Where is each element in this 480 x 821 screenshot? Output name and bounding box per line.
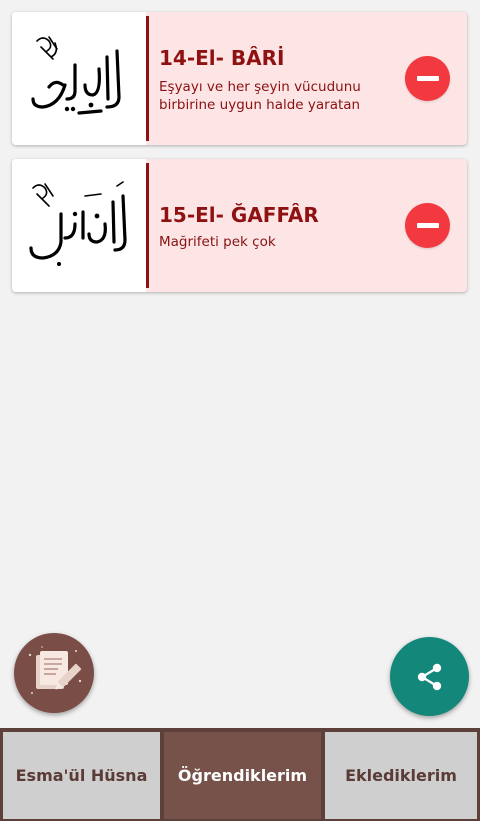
notes-fab-button[interactable] [14, 633, 94, 713]
card-accent-divider [146, 163, 149, 288]
minus-icon [416, 76, 439, 81]
name-title: 14-El- BÂRİ [159, 46, 285, 70]
list-item[interactable]: 15-El- ĞAFFÂR Mağrifeti pek çok [12, 159, 467, 292]
minus-icon [416, 223, 439, 228]
notes-edit-icon [28, 646, 82, 694]
share-fab-button[interactable] [390, 637, 469, 716]
calligraphy-image [12, 159, 146, 292]
name-title: 15-El- ĞAFFÂR [159, 203, 319, 227]
share-icon [417, 663, 441, 690]
tab-ogrendiklerim[interactable]: Öğrendiklerim [164, 732, 321, 819]
remove-button[interactable] [405, 203, 450, 248]
name-description: Mağrifeti pek çok [159, 234, 276, 250]
remove-button[interactable] [405, 56, 450, 101]
tab-eklediklerim[interactable]: Eklediklerim [325, 732, 477, 819]
calligraphy-image [12, 12, 146, 145]
calligraphy-el-gaffar-icon [29, 180, 127, 266]
name-description: Eşyayı ve her şeyin vücudunu birbirine u… [159, 79, 361, 113]
tab-esmaul-husna[interactable]: Esma'ül Hüsna [3, 732, 160, 819]
card-accent-divider [146, 16, 149, 141]
list-item[interactable]: 14-El- BÂRİ Eşyayı ve her şeyin vücudunu… [12, 12, 467, 145]
calligraphy-el-bari-icon [31, 35, 121, 115]
bottom-tab-bar: Esma'ül Hüsna Öğrendiklerim Eklediklerim [0, 728, 480, 821]
